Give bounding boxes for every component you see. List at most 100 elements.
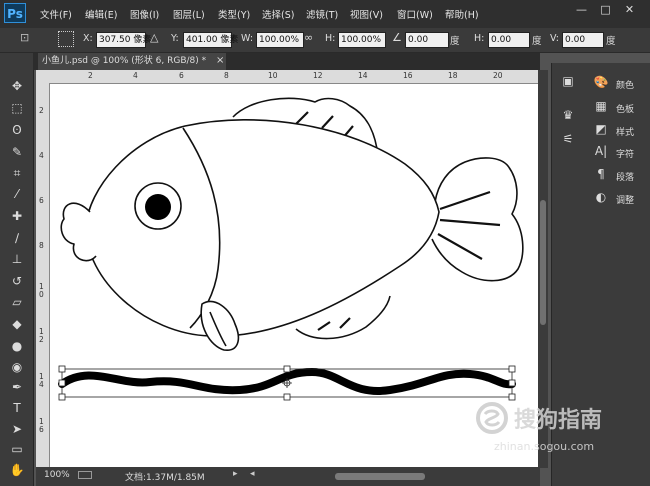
pen-tool-icon[interactable]: ✒ (8, 378, 26, 396)
minimize-button[interactable]: — (573, 3, 590, 18)
h-label: H: (325, 33, 336, 44)
adjustments-icon[interactable]: ◐ (591, 190, 611, 204)
ruler-h-label: 20 (493, 71, 503, 80)
x-position-field[interactable]: 307.50 像素 (96, 32, 151, 48)
menu-view[interactable]: 视图(V) (350, 7, 383, 21)
healing-brush-tool-icon[interactable]: ✚ (8, 207, 26, 225)
shape-tool-icon[interactable]: ▭ (8, 440, 26, 458)
paragraph-icon[interactable]: ¶ (591, 167, 611, 181)
clone-stamp-tool-icon[interactable]: ⊥ (8, 250, 26, 268)
ruler-h-label: 2 (88, 71, 93, 80)
dodge-tool-icon[interactable]: ◉ (8, 358, 26, 376)
x-label: X: (83, 33, 93, 44)
menu-filter[interactable]: 滤镜(T) (306, 7, 338, 21)
y-position-field[interactable]: 401.00 像素 (183, 32, 238, 48)
y-label: Y: (171, 33, 179, 44)
ruler-v-label: 2 (39, 106, 44, 115)
paint-bucket-tool-icon[interactable]: ◆ (8, 315, 26, 333)
history-panel-icon[interactable]: ▣ (558, 74, 578, 88)
maximize-button[interactable]: □ (597, 3, 614, 18)
vertical-ruler (36, 83, 50, 467)
delta-icon[interactable]: △ (150, 31, 158, 44)
fish-pupil (145, 194, 171, 220)
panel-label-styles[interactable]: 样式 (616, 125, 634, 138)
panel-label-paragraph[interactable]: 段落 (616, 170, 634, 183)
history-brush-tool-icon[interactable]: ↺ (8, 272, 26, 290)
app-logo: Ps (4, 3, 26, 23)
actions-panel-icon[interactable]: ♛ (558, 108, 578, 122)
menu-help[interactable]: 帮助(H) (445, 7, 479, 21)
panel-label-swatches[interactable]: 色板 (616, 102, 634, 115)
height-scale-field[interactable]: 100.00% (338, 32, 386, 48)
ruler-v-label: 1 6 (39, 417, 44, 434)
hand-tool-icon[interactable]: ✋ (8, 461, 26, 479)
menu-edit[interactable]: 编辑(E) (85, 7, 117, 21)
ruler-h-label: 16 (403, 71, 413, 80)
eyedropper-tool-icon[interactable]: ⁄ (8, 185, 26, 203)
document-canvas[interactable] (50, 84, 538, 467)
fish-artwork (58, 97, 524, 401)
ruler-h-label: 14 (358, 71, 368, 80)
marquee-tool-icon[interactable]: ⬚ (8, 99, 26, 117)
ruler-v-label: 6 (39, 196, 44, 205)
tail-fin (431, 157, 524, 282)
h-skew-label: H: (474, 33, 485, 44)
quick-select-tool-icon[interactable]: ✎ (8, 143, 26, 161)
move-tool-icon[interactable]: ✥ (8, 77, 26, 95)
v-skew-unit: 度 (606, 36, 616, 47)
reference-point-icon[interactable] (58, 31, 74, 47)
watermark-url: zhinan.sogou.com (494, 440, 595, 453)
ruler-v-label: 1 0 (39, 282, 44, 299)
w-label: W: (241, 33, 254, 44)
styles-icon[interactable]: ◩ (591, 122, 611, 136)
menu-layer[interactable]: 图层(L) (173, 7, 205, 21)
vertical-scroll-thumb[interactable] (540, 200, 546, 325)
panel-label-color[interactable]: 颜色 (616, 78, 634, 91)
blur-tool-icon[interactable]: ● (8, 337, 26, 355)
type-tool-icon[interactable]: T (8, 399, 26, 417)
panel-label-character[interactable]: 字符 (616, 147, 634, 160)
angle-icon: ∠ (392, 31, 402, 44)
ruler-h-label: 4 (133, 71, 138, 80)
link-icon[interactable]: ∞ (304, 31, 313, 44)
h-skew-unit: 度 (532, 36, 542, 47)
transform-tool-icon: ⊡ (20, 31, 30, 44)
eraser-tool-icon[interactable]: ▱ (8, 293, 26, 311)
menu-file[interactable]: 文件(F) (40, 7, 72, 21)
h-skew-field[interactable]: 0.00 (488, 32, 530, 48)
v-skew-field[interactable]: 0.00 (562, 32, 604, 48)
document-tab[interactable]: 小鱼儿.psd @ 100% (形状 6, RGB/8) * (38, 53, 226, 70)
palette-icon[interactable]: 🎨 (591, 75, 611, 89)
character-icon[interactable]: A| (591, 144, 611, 158)
ruler-h-label: 18 (448, 71, 458, 80)
ruler-v-label: 1 4 (39, 372, 44, 389)
menu-select[interactable]: 选择(S) (262, 7, 294, 21)
menu-type[interactable]: 类型(Y) (218, 7, 250, 21)
menu-window[interactable]: 窗口(W) (397, 7, 433, 21)
panel-label-adjustments[interactable]: 调整 (616, 193, 634, 206)
menu-image[interactable]: 图像(I) (130, 7, 159, 21)
zoom-level[interactable]: 100% (44, 470, 70, 480)
ruler-h-label: 12 (313, 71, 323, 80)
angle-field[interactable]: 0.00 (405, 32, 449, 48)
width-scale-field[interactable]: 100.00% (256, 32, 304, 48)
document-size: 文档:1.37M/1.85M (125, 473, 205, 483)
crop-tool-icon[interactable]: ⌗ (8, 164, 26, 182)
export-icon[interactable] (78, 471, 92, 479)
horizontal-ruler (36, 70, 540, 84)
scroll-left-arrow-icon[interactable]: ◂ (250, 469, 255, 479)
brush-tool-icon[interactable]: ∕ (8, 229, 26, 247)
angle-unit: 度 (450, 36, 460, 47)
ruler-h-label: 6 (179, 71, 184, 80)
close-window-button[interactable]: ✕ (621, 3, 638, 18)
swatches-icon[interactable]: ▦ (591, 99, 611, 113)
ruler-h-label: 10 (268, 71, 278, 80)
status-bar (36, 467, 540, 486)
v-skew-label: V: (550, 33, 559, 44)
close-tab-icon[interactable]: × (216, 55, 224, 66)
path-selection-tool-icon[interactable]: ➤ (8, 420, 26, 438)
status-menu-arrow-icon[interactable]: ▸ (233, 469, 238, 479)
lasso-tool-icon[interactable]: ʘ (8, 121, 26, 139)
brush-panel-icon[interactable]: ⚟ (558, 132, 578, 146)
horizontal-scroll-thumb[interactable] (335, 473, 425, 480)
